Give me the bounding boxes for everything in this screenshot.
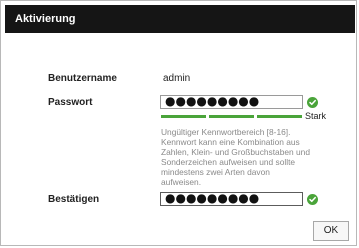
username-value: admin [163,73,191,84]
password-input[interactable]: ●●●●●●●●● [160,95,303,109]
password-valid-icon [307,97,318,108]
ok-button[interactable]: OK [313,221,349,241]
password-hint: Ungültiger Kennwortbereich [8-16]. Kennw… [161,127,310,187]
password-label: Passwort [48,97,93,108]
activation-dialog: Aktivierung Benutzername admin Passwort … [0,0,357,246]
confirm-label: Bestätigen [48,194,100,205]
strength-meter-segment-2 [209,115,254,118]
strength-meter-segment-1 [161,115,206,118]
strength-meter-segment-3 [257,115,302,118]
confirm-password-input[interactable]: ●●●●●●●●● [160,192,303,206]
confirm-valid-icon [307,194,318,205]
strength-label: Stark [305,111,327,121]
username-label: Benutzername [48,73,117,84]
dialog-title: Aktivierung [5,5,355,33]
